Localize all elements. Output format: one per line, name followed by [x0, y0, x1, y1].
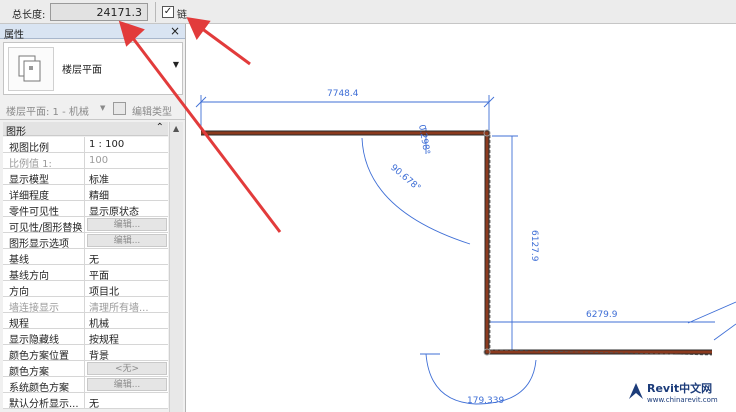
watermark-url: www.chinarevit.com — [647, 396, 718, 404]
wall-path — [201, 129, 713, 356]
dim-text-right[interactable]: 6127.9 — [529, 230, 539, 262]
dim-text-small[interactable]: 0.298° — [416, 124, 431, 156]
wall-fill — [201, 131, 712, 354]
partial-dimension-line — [687, 301, 736, 324]
annotation-arrows — [118, 17, 282, 233]
watermark-logo: Revit中文网 www.chinarevit.com — [625, 378, 735, 408]
dim-text-top[interactable]: 7748.4 — [327, 89, 359, 99]
drawing-overlay: 7748.4 0.298° 90.678° 6127.9 6279.9 179.… — [118, 17, 736, 406]
dim-text-bottom[interactable]: 6279.9 — [586, 310, 618, 320]
watermark-brand: Revit中文网 — [647, 382, 713, 395]
dim-text-angle1[interactable]: 90.678° — [388, 163, 422, 194]
wall-outline — [201, 130, 712, 355]
annotation-arrow-2-head — [186, 17, 211, 40]
annotation-arrow-1-head — [118, 20, 145, 47]
partial-dimension-line — [713, 323, 736, 341]
revit-logo-icon — [629, 383, 643, 399]
dim-text-angle2[interactable]: 179.339 — [467, 396, 504, 406]
annotation-arrow-2 — [196, 23, 251, 66]
